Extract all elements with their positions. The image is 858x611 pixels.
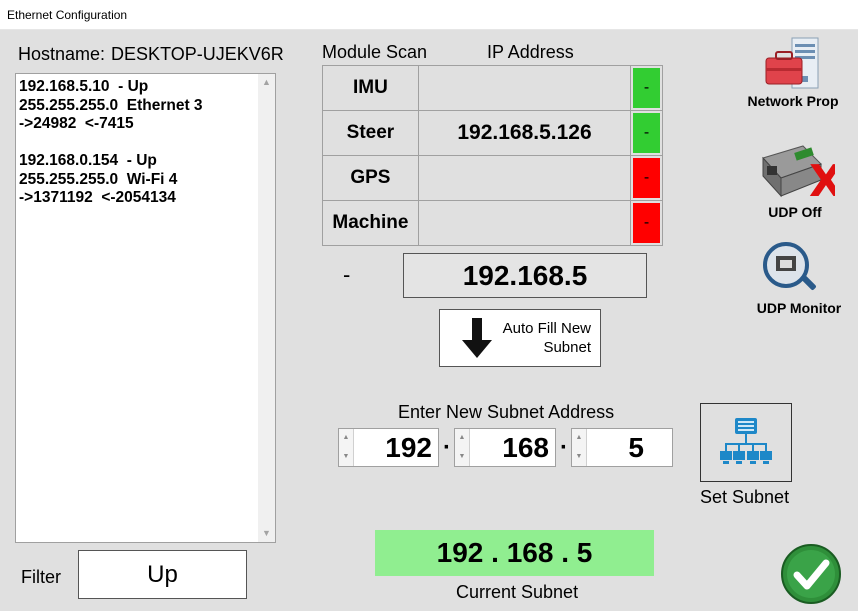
main-panel: Hostname: DESKTOP-UJEKV6R 192.168.5.10 - … <box>0 30 858 611</box>
module-name: IMU <box>322 65 419 111</box>
hostname-label: Hostname: <box>18 44 106 64</box>
scroll-down-icon[interactable]: ▼ <box>258 525 275 542</box>
set-subnet-label: Set Subnet <box>700 487 790 507</box>
green-check-icon <box>781 544 841 604</box>
octet3-stepper[interactable]: ▲ ▼ 5 <box>571 428 673 467</box>
module-scan-header: Module Scan <box>322 42 428 62</box>
adapter-list-text: 192.168.5.10 - Up 255.255.255.0 Ethernet… <box>19 78 203 206</box>
module-ip <box>417 65 632 111</box>
octet1-spin-buttons[interactable]: ▲ ▼ <box>339 429 354 466</box>
octet3-spin-buttons[interactable]: ▲ ▼ <box>572 429 587 466</box>
module-status-indicator: - <box>633 113 660 153</box>
spin-up-icon[interactable]: ▲ <box>455 429 469 448</box>
spin-down-icon[interactable]: ▼ <box>339 448 353 467</box>
module-status-indicator: - <box>633 68 660 108</box>
module-ip: 192.168.5.126 <box>417 110 632 156</box>
title-bar: Ethernet Configuration <box>0 0 858 30</box>
adapter-list-box[interactable]: 192.168.5.10 - Up 255.255.255.0 Ethernet… <box>15 73 276 543</box>
svg-text:X: X <box>809 156 835 202</box>
module-scan-table: IMU - Steer 192.168.5.126 - GPS - Machin… <box>322 65 663 246</box>
hostname-row: Hostname: DESKTOP-UJEKV6R <box>18 44 284 65</box>
detected-subnet-dash: - <box>343 262 351 287</box>
spin-up-icon[interactable]: ▲ <box>572 429 586 448</box>
window-title: Ethernet Configuration <box>7 8 128 22</box>
set-subnet-button[interactable] <box>700 403 792 482</box>
auto-fill-subnet-button[interactable]: Auto Fill New Subnet <box>439 309 601 367</box>
network-properties-icon <box>765 37 819 89</box>
octet2-spin-buttons[interactable]: ▲ ▼ <box>455 429 470 466</box>
ok-button[interactable] <box>780 543 842 605</box>
module-ip <box>417 155 632 201</box>
filter-label: Filter <box>21 567 61 587</box>
octet-separator: · <box>560 434 568 461</box>
spin-up-icon[interactable]: ▲ <box>339 429 353 448</box>
octet2-value[interactable]: 168 <box>470 429 549 466</box>
octet1-value[interactable]: 192 <box>354 429 432 466</box>
network-prop-label: Network Prop <box>747 93 839 109</box>
udp-monitor-button[interactable]: UDP Monitor <box>745 238 853 318</box>
module-status-indicator: - <box>633 203 660 243</box>
octet1-stepper[interactable]: ▲ ▼ 192 <box>338 428 439 467</box>
network-tree-icon <box>720 418 772 464</box>
octet3-value[interactable]: 5 <box>587 429 644 466</box>
octet-separator: · <box>443 434 451 461</box>
udp-off-button[interactable]: X UDP Off <box>745 138 845 220</box>
auto-fill-label-line2: Subnet <box>543 339 591 356</box>
spin-down-icon[interactable]: ▼ <box>455 448 469 467</box>
auto-fill-label: Auto Fill New Subnet <box>503 319 591 357</box>
scroll-up-icon[interactable]: ▲ <box>258 74 275 91</box>
udp-off-label: UDP Off <box>768 204 822 220</box>
new-subnet-label: Enter New Subnet Address <box>398 402 615 422</box>
adapter-list-scrollbar[interactable]: ▲ ▼ <box>258 74 275 542</box>
down-arrow-icon <box>462 318 492 358</box>
filter-button[interactable]: Up <box>78 550 247 599</box>
hostname-value: DESKTOP-UJEKV6R <box>111 44 284 64</box>
auto-fill-label-line1: Auto Fill New <box>502 320 591 337</box>
udp-monitor-label: UDP Monitor <box>756 300 842 316</box>
udp-off-icon: X <box>762 145 835 202</box>
module-status-indicator: - <box>633 158 660 198</box>
module-name: Steer <box>322 110 419 156</box>
module-row-steer: Steer 192.168.5.126 - <box>322 110 663 156</box>
module-ip <box>417 200 632 246</box>
module-row-imu: IMU - <box>322 65 663 111</box>
detected-subnet-value: 192.168.5 <box>403 253 647 298</box>
spin-down-icon[interactable]: ▼ <box>572 448 586 467</box>
module-name: Machine <box>322 200 419 246</box>
octet2-stepper[interactable]: ▲ ▼ 168 <box>454 428 556 467</box>
module-row-machine: Machine - <box>322 200 663 246</box>
udp-monitor-icon <box>763 242 816 290</box>
current-subnet-label: Current Subnet <box>456 582 579 602</box>
module-row-gps: GPS - <box>322 155 663 201</box>
network-prop-button[interactable]: Network Prop <box>738 34 848 114</box>
current-subnet-value: 192 . 168 . 5 <box>375 530 654 576</box>
module-name: GPS <box>322 155 419 201</box>
ip-address-header: IP Address <box>487 42 574 62</box>
